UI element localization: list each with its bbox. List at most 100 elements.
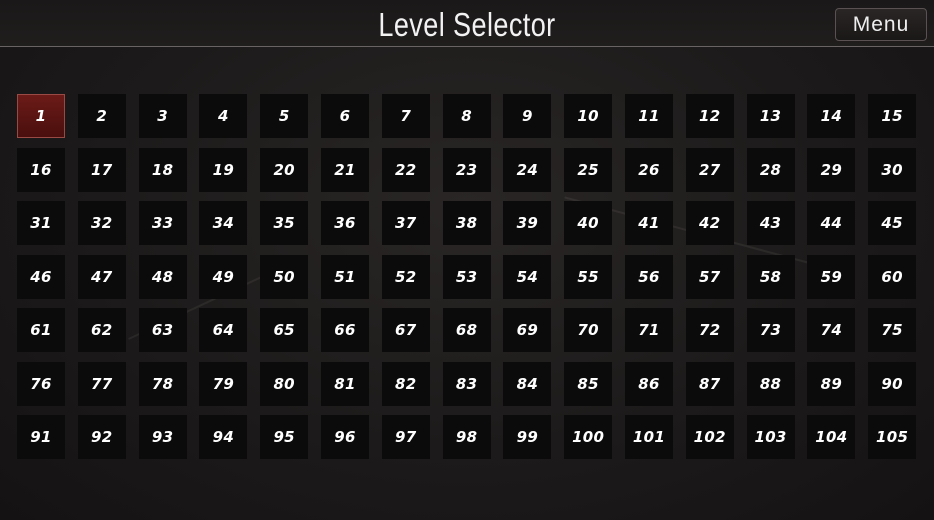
level-button-34[interactable]: 34 (199, 201, 248, 245)
level-button-10[interactable]: 10 (564, 94, 613, 138)
level-button-38[interactable]: 38 (442, 201, 491, 245)
level-button-23[interactable]: 23 (442, 147, 491, 192)
level-button-61[interactable]: 61 (17, 308, 65, 352)
level-button-91[interactable]: 91 (17, 415, 65, 459)
level-button-37[interactable]: 37 (381, 201, 430, 245)
level-button-96[interactable]: 96 (320, 415, 369, 459)
level-button-81[interactable]: 81 (320, 361, 369, 406)
level-button-79[interactable]: 79 (199, 361, 248, 406)
level-button-29[interactable]: 29 (807, 147, 856, 192)
level-button-66[interactable]: 66 (320, 308, 369, 352)
level-button-60[interactable]: 60 (868, 254, 917, 299)
level-button-98[interactable]: 98 (442, 415, 491, 459)
level-button-4[interactable]: 4 (199, 94, 248, 138)
level-button-14[interactable]: 14 (807, 94, 856, 138)
level-button-74[interactable]: 74 (807, 308, 856, 352)
level-button-82[interactable]: 82 (381, 361, 430, 406)
level-button-72[interactable]: 72 (685, 308, 734, 352)
level-button-8[interactable]: 8 (442, 94, 491, 138)
level-button-103[interactable]: 103 (746, 415, 795, 459)
level-button-22[interactable]: 22 (381, 147, 430, 192)
level-button-41[interactable]: 41 (624, 201, 673, 245)
level-button-28[interactable]: 28 (746, 147, 795, 192)
level-button-53[interactable]: 53 (442, 254, 491, 299)
level-button-46[interactable]: 46 (17, 254, 65, 299)
level-button-87[interactable]: 87 (685, 361, 734, 406)
level-button-19[interactable]: 19 (199, 147, 248, 192)
level-button-93[interactable]: 93 (138, 415, 187, 459)
level-button-47[interactable]: 47 (77, 254, 126, 299)
level-button-77[interactable]: 77 (77, 361, 126, 406)
level-button-68[interactable]: 68 (442, 308, 491, 352)
level-button-11[interactable]: 11 (624, 94, 673, 138)
level-button-24[interactable]: 24 (503, 147, 552, 192)
level-button-99[interactable]: 99 (503, 415, 552, 459)
level-button-62[interactable]: 62 (77, 308, 126, 352)
level-button-85[interactable]: 85 (564, 361, 613, 406)
level-button-70[interactable]: 70 (564, 308, 613, 352)
level-button-48[interactable]: 48 (138, 254, 187, 299)
level-button-71[interactable]: 71 (624, 308, 673, 352)
level-button-78[interactable]: 78 (138, 361, 187, 406)
level-button-88[interactable]: 88 (746, 361, 795, 406)
level-button-104[interactable]: 104 (807, 415, 856, 459)
level-button-51[interactable]: 51 (320, 254, 369, 299)
menu-button[interactable]: Menu (835, 8, 927, 41)
level-button-6[interactable]: 6 (320, 94, 369, 138)
level-button-49[interactable]: 49 (199, 254, 248, 299)
level-button-7[interactable]: 7 (381, 94, 430, 138)
level-button-35[interactable]: 35 (260, 201, 309, 245)
level-button-100[interactable]: 100 (564, 415, 613, 459)
level-button-32[interactable]: 32 (77, 201, 126, 245)
level-button-55[interactable]: 55 (564, 254, 613, 299)
level-button-102[interactable]: 102 (685, 415, 734, 459)
level-button-33[interactable]: 33 (138, 201, 187, 245)
level-button-27[interactable]: 27 (685, 147, 734, 192)
level-button-15[interactable]: 15 (868, 94, 917, 138)
level-button-36[interactable]: 36 (320, 201, 369, 245)
level-button-50[interactable]: 50 (260, 254, 309, 299)
level-button-97[interactable]: 97 (381, 415, 430, 459)
level-button-89[interactable]: 89 (807, 361, 856, 406)
level-button-31[interactable]: 31 (17, 201, 65, 245)
level-button-92[interactable]: 92 (77, 415, 126, 459)
level-button-76[interactable]: 76 (17, 361, 65, 406)
level-button-95[interactable]: 95 (260, 415, 309, 459)
level-button-18[interactable]: 18 (138, 147, 187, 192)
level-button-58[interactable]: 58 (746, 254, 795, 299)
level-button-26[interactable]: 26 (624, 147, 673, 192)
level-button-1[interactable]: 1 (17, 94, 65, 138)
level-button-16[interactable]: 16 (17, 147, 65, 192)
level-button-21[interactable]: 21 (320, 147, 369, 192)
level-button-13[interactable]: 13 (746, 94, 795, 138)
level-button-9[interactable]: 9 (503, 94, 552, 138)
level-button-84[interactable]: 84 (503, 361, 552, 406)
level-button-69[interactable]: 69 (503, 308, 552, 352)
level-button-44[interactable]: 44 (807, 201, 856, 245)
level-button-40[interactable]: 40 (564, 201, 613, 245)
level-button-65[interactable]: 65 (260, 308, 309, 352)
level-button-63[interactable]: 63 (138, 308, 187, 352)
level-button-56[interactable]: 56 (624, 254, 673, 299)
level-button-64[interactable]: 64 (199, 308, 248, 352)
level-button-105[interactable]: 105 (868, 415, 917, 459)
level-button-94[interactable]: 94 (199, 415, 248, 459)
level-button-80[interactable]: 80 (260, 361, 309, 406)
level-button-45[interactable]: 45 (868, 201, 917, 245)
level-button-39[interactable]: 39 (503, 201, 552, 245)
level-button-30[interactable]: 30 (868, 147, 917, 192)
level-button-12[interactable]: 12 (685, 94, 734, 138)
level-button-75[interactable]: 75 (868, 308, 917, 352)
level-button-5[interactable]: 5 (260, 94, 309, 138)
level-button-25[interactable]: 25 (564, 147, 613, 192)
level-button-2[interactable]: 2 (77, 94, 126, 138)
level-button-20[interactable]: 20 (260, 147, 309, 192)
level-button-90[interactable]: 90 (868, 361, 917, 406)
level-button-43[interactable]: 43 (746, 201, 795, 245)
level-button-52[interactable]: 52 (381, 254, 430, 299)
level-button-3[interactable]: 3 (138, 94, 187, 138)
level-button-67[interactable]: 67 (381, 308, 430, 352)
level-button-54[interactable]: 54 (503, 254, 552, 299)
level-button-83[interactable]: 83 (442, 361, 491, 406)
level-button-57[interactable]: 57 (685, 254, 734, 299)
